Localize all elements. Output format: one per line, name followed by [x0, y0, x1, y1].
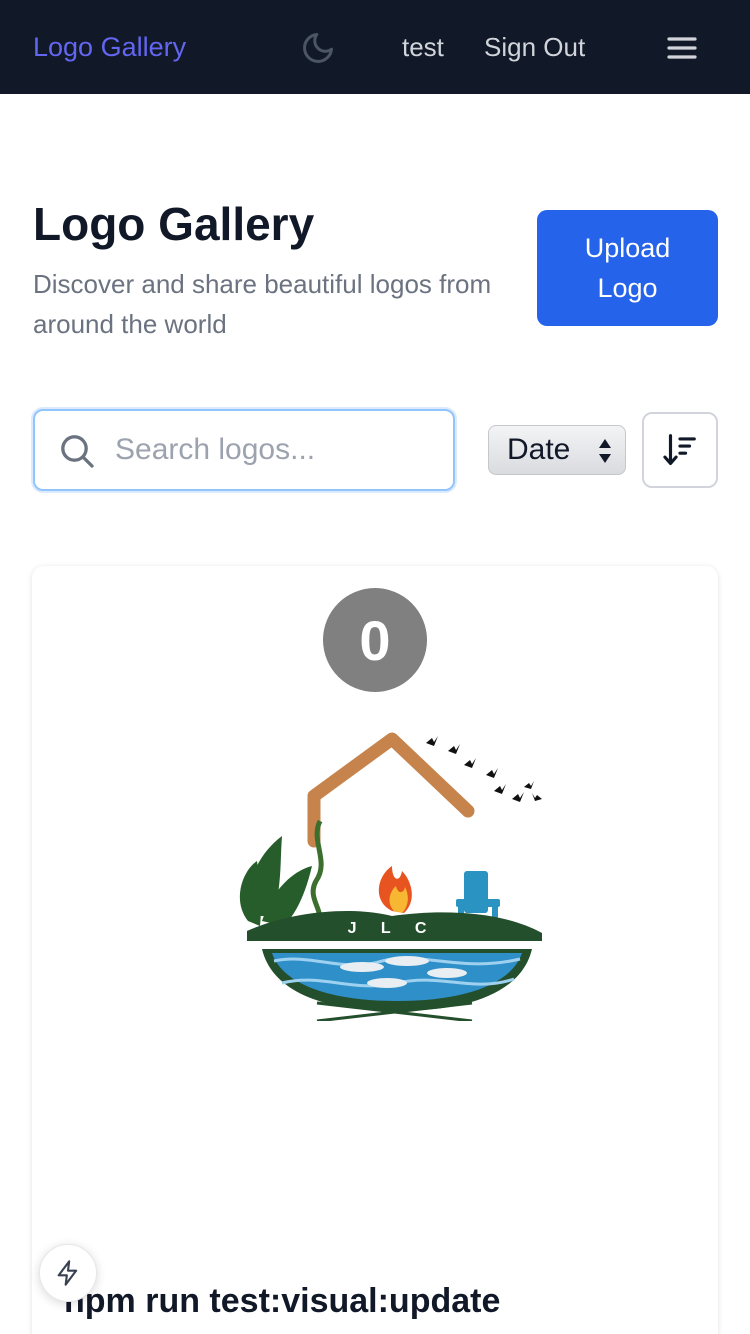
select-arrows-icon — [599, 439, 611, 463]
lightning-icon — [57, 1260, 78, 1286]
logo-image[interactable]: J L C — [202, 721, 542, 1021]
brand-link[interactable]: Logo Gallery — [33, 30, 186, 64]
sort-field-selected: Date — [507, 433, 571, 466]
logo-card-title[interactable]: npm run test:visual:update — [64, 1278, 500, 1324]
menu-button[interactable] — [660, 26, 704, 70]
sign-out-button[interactable]: Sign Out — [484, 30, 585, 64]
sort-field-select[interactable]: Date — [488, 425, 626, 475]
moon-icon — [303, 33, 333, 63]
upload-logo-button[interactable]: Upload Logo — [537, 210, 718, 326]
sort-direction-button[interactable] — [642, 412, 718, 488]
search-box — [33, 409, 455, 491]
rank-badge: 0 — [323, 588, 427, 692]
page-subtitle: Discover and share beautiful logos from … — [33, 269, 492, 339]
page-title: Logo Gallery — [33, 198, 315, 250]
search-icon — [61, 435, 94, 468]
current-user-name: test — [402, 32, 444, 62]
sort-descending-icon — [663, 434, 696, 466]
logo-card[interactable]: 0 J L C npm run test:visual:update — [32, 566, 718, 1334]
search-input[interactable] — [115, 421, 435, 479]
logo-letters: J L C — [348, 920, 437, 937]
hamburger-menu-icon — [667, 37, 697, 59]
theme-toggle-button[interactable] — [296, 26, 340, 70]
dev-tools-indicator-button[interactable] — [39, 1244, 97, 1302]
top-navbar: Logo Gallery test Sign Out — [0, 0, 750, 94]
